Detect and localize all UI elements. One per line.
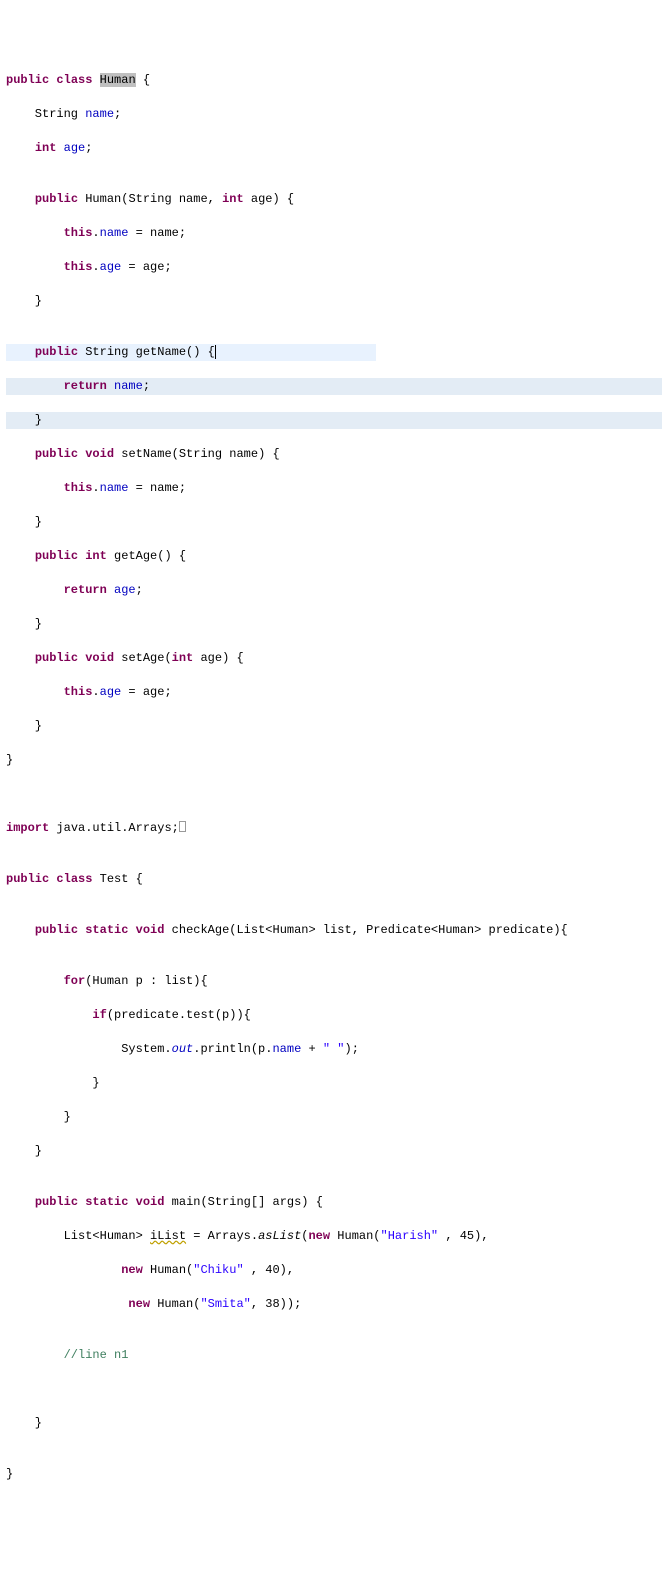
code-line: this.age = age; <box>6 259 662 276</box>
code-line: new Human("Chiku" , 40), <box>6 1262 662 1279</box>
code-line: } <box>6 616 662 633</box>
code-line: public static void main(String[] args) { <box>6 1194 662 1211</box>
code-line: this.name = name; <box>6 480 662 497</box>
code-line: } <box>6 1143 662 1160</box>
code-line: new Human("Smita", 38)); <box>6 1296 662 1313</box>
code-line: } <box>6 412 662 429</box>
code-line: } <box>6 1415 662 1432</box>
selected-text: Human <box>100 73 136 87</box>
code-line: //line n1 <box>6 1347 662 1364</box>
code-line: public int getAge() { <box>6 548 662 565</box>
code-line: } <box>6 293 662 310</box>
code-line: public String getName() { <box>6 344 662 361</box>
code-line: public static void checkAge(List<Human> … <box>6 922 662 939</box>
code-line: public class Human { <box>6 72 662 89</box>
code-line: this.age = age; <box>6 684 662 701</box>
code-line: if(predicate.test(p)){ <box>6 1007 662 1024</box>
code-line: } <box>6 718 662 735</box>
code-line: return age; <box>6 582 662 599</box>
code-line: return name; <box>6 378 662 395</box>
code-line: } <box>6 1109 662 1126</box>
warning-underline: iList <box>150 1229 186 1243</box>
code-line: } <box>6 1075 662 1092</box>
code-line: } <box>6 1466 662 1483</box>
code-line: for(Human p : list){ <box>6 973 662 990</box>
code-line: System.out.println(p.name + " "); <box>6 1041 662 1058</box>
fold-marker-icon[interactable] <box>179 821 186 832</box>
code-line: public void setName(String name) { <box>6 446 662 463</box>
code-line: public Human(String name, int age) { <box>6 191 662 208</box>
code-line: String name; <box>6 106 662 123</box>
text-cursor <box>215 345 216 359</box>
code-line: List<Human> iList = Arrays.asList(new Hu… <box>6 1228 662 1245</box>
code-line: this.name = name; <box>6 225 662 242</box>
code-line: public void setAge(int age) { <box>6 650 662 667</box>
code-line: } <box>6 752 662 769</box>
code-line: int age; <box>6 140 662 157</box>
code-line: import java.util.Arrays; <box>6 820 662 837</box>
code-editor[interactable]: public class Human { String name; int ag… <box>6 72 662 1483</box>
code-line <box>6 1381 662 1398</box>
code-line: public class Test { <box>6 871 662 888</box>
code-line: } <box>6 514 662 531</box>
